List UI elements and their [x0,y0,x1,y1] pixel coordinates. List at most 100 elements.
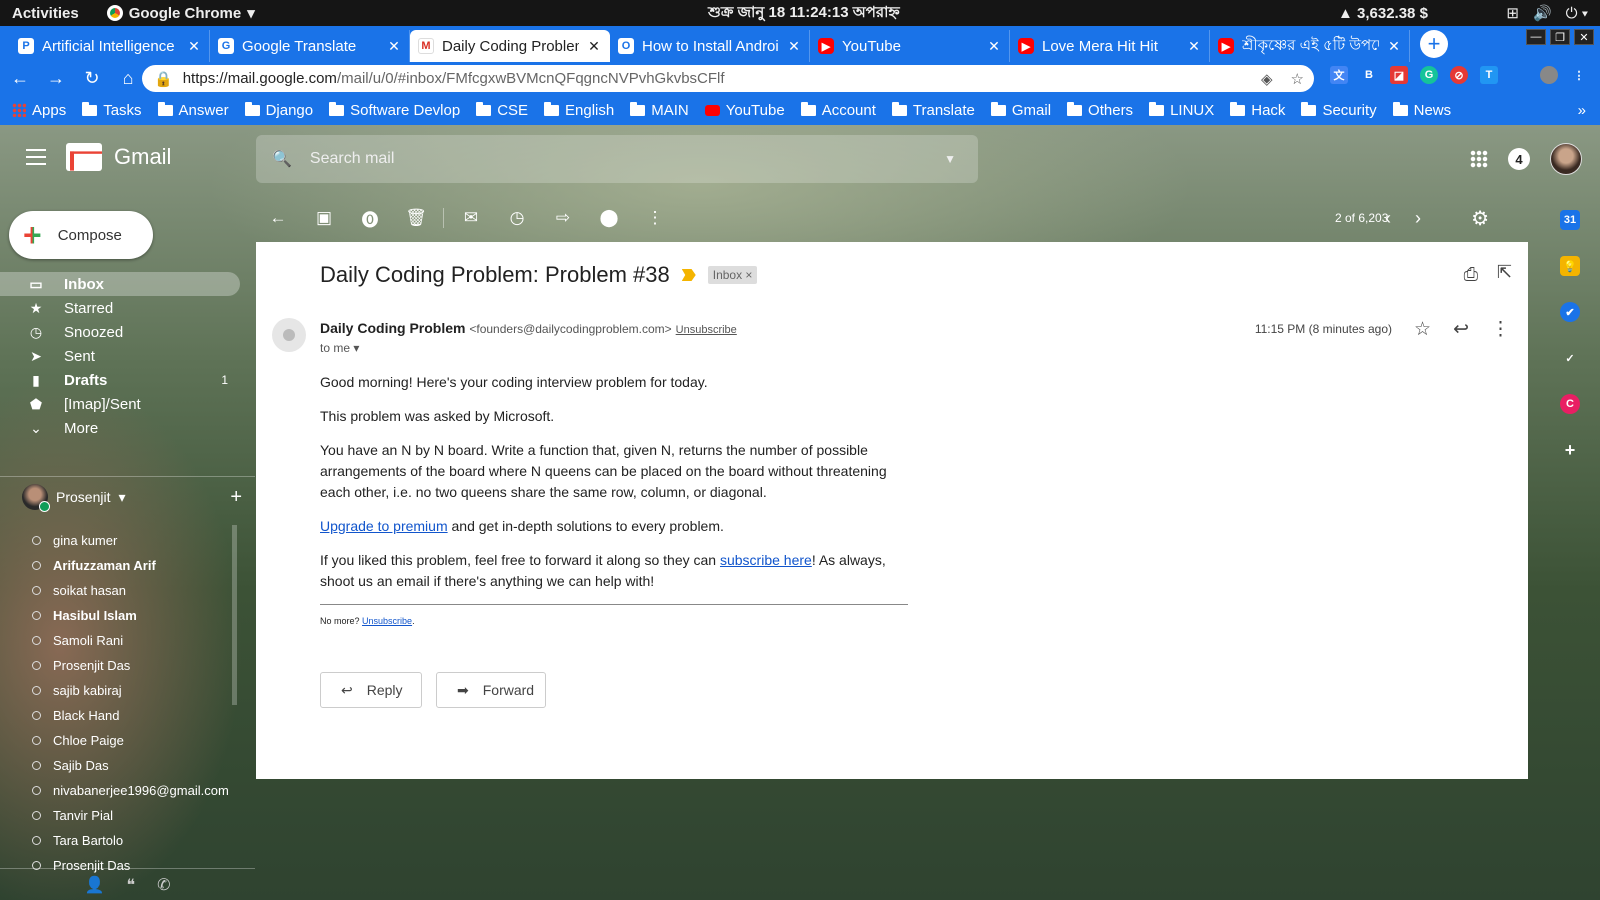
contact-item[interactable]: Tanvir Pial [32,803,232,828]
bookmark-apps[interactable]: Apps [12,102,66,119]
sidebar-item-snoozed[interactable]: ◷ Snoozed [0,320,255,344]
tab-close-icon[interactable]: ✕ [587,38,601,55]
tab-close-icon[interactable]: ✕ [987,38,1001,55]
red-ext-icon[interactable]: ◪ [1390,66,1408,84]
keep-icon[interactable]: 💡 [1560,256,1580,276]
phone-icon[interactable]: ✆ [157,875,170,895]
recipient-details[interactable]: to me ▾ [320,341,359,355]
eye-icon[interactable]: ◈ [1261,70,1273,88]
bookmark-english[interactable]: English [544,101,614,119]
tab-close-icon[interactable]: ✕ [387,38,401,55]
bookmark-software-devlop[interactable]: Software Devlop [329,101,460,119]
contact-item[interactable]: soikat hasan [32,578,232,603]
bookmark-others[interactable]: Others [1067,101,1133,119]
delete-icon[interactable]: 🗑 [393,208,439,228]
move-to-icon[interactable]: ⇨ [540,208,586,228]
network-icon[interactable]: ⊞ [1506,4,1519,22]
btc-price[interactable]: ▲ 3,632.38 $ [1338,5,1428,22]
search-icon[interactable]: 🔍 [272,149,292,169]
tasks-icon[interactable]: ✔ [1560,302,1580,322]
star-icon[interactable]: ☆ [1414,318,1431,341]
notifications-badge[interactable]: 4 [1508,148,1530,170]
tab-close-icon[interactable]: ✕ [1187,38,1201,55]
check-icon[interactable]: ✓ [1560,348,1580,368]
more-options-icon[interactable]: ⋮ [1491,318,1510,341]
tab-close-icon[interactable]: ✕ [187,38,201,55]
minimize-button[interactable]: — [1526,29,1546,45]
search-mail-input[interactable]: 🔍 Search mail ▼ [256,135,978,183]
app-menu[interactable]: Google Chrome ▾ [106,4,255,22]
bookmark-django[interactable]: Django [244,101,313,119]
calendar-icon[interactable]: 31 [1560,210,1580,230]
reply-button[interactable]: ↩ Reply [320,672,422,708]
tab-5[interactable]: ▶ YouTube ✕ [810,30,1010,62]
system-clock[interactable]: শুক্র জানু 18 11:24:13 অপরাহ্ন [708,1,900,26]
tab-close-icon[interactable]: ✕ [1387,38,1401,55]
person-icon[interactable]: 👤 [85,875,105,895]
tab-close-icon[interactable]: ✕ [787,38,801,55]
contacts-scrollbar[interactable] [232,525,237,705]
address-bar[interactable]: 🔒 https://mail.google.com/mail/u/0/#inbo… [142,65,1314,92]
close-window-button[interactable]: ✕ [1574,29,1594,45]
contact-item[interactable]: Chloe Paige [32,728,232,753]
back-to-inbox-icon[interactable]: ← [255,208,301,228]
contact-item[interactable]: Tara Bartolo [32,828,232,853]
labels-icon[interactable]: ⬤ [586,208,632,228]
contact-item[interactable]: Samoli Rani [32,628,232,653]
adblock-icon[interactable]: ⊘ [1450,66,1468,84]
translate-ext-icon[interactable]: 文 [1330,66,1348,84]
report-spam-icon[interactable]: ⓿ [347,206,393,231]
restore-button[interactable]: ❐ [1550,29,1570,45]
activities-button[interactable]: Activities [12,5,79,22]
snooze-icon[interactable]: ◷ [494,208,540,228]
newer-icon[interactable]: ‹ [1385,208,1391,229]
sidebar-item-inbox[interactable]: ▭ Inbox [0,272,240,296]
subscribe-link[interactable]: subscribe here [720,552,812,568]
bookmark-tasks[interactable]: Tasks [82,101,142,119]
bookmark-news[interactable]: News [1392,101,1451,119]
more-bookmarks-icon[interactable]: » [1578,102,1586,119]
upgrade-premium-link[interactable]: Upgrade to premium [320,518,448,534]
power-icon[interactable]: ⏻ ▾ [1566,5,1588,22]
inbox-label[interactable]: Inbox × [707,266,758,284]
sidebar-item-starred[interactable]: ★ Starred [0,296,255,320]
contact-item[interactable]: Prosenjit Das [32,653,232,678]
tab-4[interactable]: O How to Install Android ✕ [610,30,810,62]
settings-gear-icon[interactable]: ⚙ [1471,206,1489,231]
important-marker-icon[interactable] [681,269,696,281]
bookmark-gmail[interactable]: Gmail [990,101,1051,119]
contact-item[interactable]: Sajib Das [32,753,232,778]
contact-item[interactable]: nivabanerjee1996@gmail.com [32,778,232,803]
reload-icon[interactable]: ↻ [76,68,108,89]
grammarly-icon[interactable]: G [1420,66,1438,84]
sidebar-item-sent[interactable]: ➤ Sent [0,344,255,368]
mark-unread-icon[interactable]: ✉ [448,208,494,228]
bookmark-linux[interactable]: LINUX [1149,101,1214,119]
more-actions-icon[interactable]: ⋮ [632,208,678,228]
older-icon[interactable]: › [1415,208,1421,229]
archive-icon[interactable]: ▣ [301,208,347,228]
sidebar-item-imap-sent[interactable]: ⬟ [Imap]/Sent [0,392,255,416]
volume-icon[interactable]: 🔊 [1533,4,1552,22]
sidebar-item-drafts[interactable]: ▮ Drafts 1 [0,368,255,392]
sidebar-item-more[interactable]: ⌄ More [0,416,255,440]
tab-2[interactable]: G Google Translate ✕ [210,30,410,62]
gmail-logo[interactable]: Gmail [66,143,171,171]
contact-item[interactable]: Arifuzzaman Arif [32,553,232,578]
profile-icon[interactable] [1540,66,1558,84]
unsubscribe-link[interactable]: Unsubscribe [676,324,737,336]
bookmark-translate[interactable]: Translate [891,101,975,119]
google-apps-icon[interactable] [1470,150,1488,168]
open-new-window-icon[interactable]: ⇱ [1497,262,1512,283]
forward-icon[interactable]: → [40,68,72,89]
account-avatar[interactable] [1550,143,1582,175]
contact-item[interactable]: gina kumer [32,528,232,553]
bookmark-star-icon[interactable]: ☆ [1291,70,1304,88]
footer-unsubscribe-link[interactable]: Unsubscribe [362,616,412,626]
forward-button[interactable]: ➡ Forward [436,672,546,708]
contact-item[interactable]: Hasibul Islam [32,603,232,628]
addon-icon[interactable]: C [1560,394,1580,414]
tab-7[interactable]: ▶ শ্রীকৃষ্ণের এই ৫টি উপদেশ ✕ [1210,30,1410,62]
home-icon[interactable]: ⌂ [112,68,144,89]
bookmark-main[interactable]: MAIN [630,101,689,119]
